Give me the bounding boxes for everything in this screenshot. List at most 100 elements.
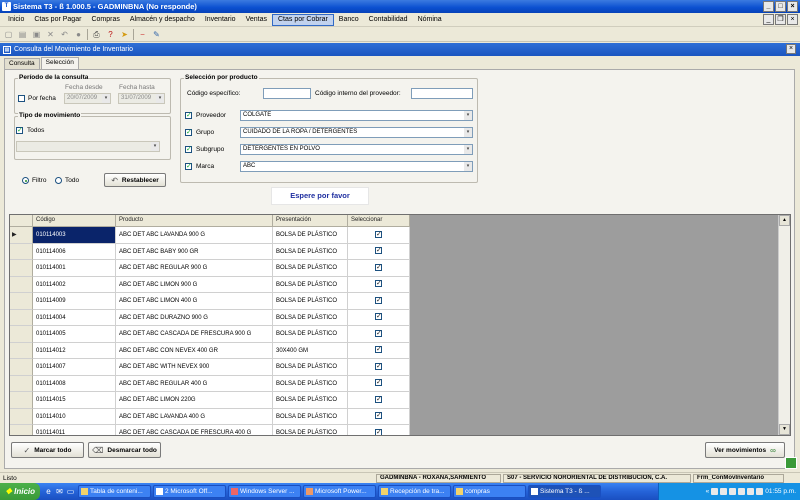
marcar-todo-button[interactable]: ✓ Marcar todo [11,442,84,458]
task-windows-server[interactable]: Windows Server ... [228,485,301,498]
undo-icon[interactable]: ↶ [59,29,70,40]
cell-codigo[interactable]: 010114002 [33,276,116,293]
proveedor-checkbox[interactable]: ✓ [185,112,192,119]
cell-codigo[interactable]: 010114010 [33,408,116,425]
grid-vertical-scrollbar[interactable]: ▲ ▼ [778,215,790,435]
seleccionar-checkbox[interactable]: ✓ [375,362,382,370]
table-row[interactable]: 010114007 ABC DET ABC WITH NEVEX 900 BOLSA… [10,359,410,376]
cell-producto[interactable]: ABC DET ABC LIMON 400 G [116,293,273,310]
cell-seleccionar[interactable]: ✓ [348,309,410,326]
cell-producto[interactable]: ABC DET ABC REGULAR 900 G [116,260,273,277]
cell-seleccionar[interactable]: ✓ [348,408,410,425]
task-recepcion[interactable]: Recepción de tra... [378,485,451,498]
cell-producto[interactable]: ABC DET ABC WITH NEVEX 900 [116,359,273,376]
seleccionar-checkbox[interactable]: ✓ [375,329,382,337]
cell-seleccionar[interactable]: ✓ [348,243,410,260]
menu-item-ctas-por-pagar[interactable]: Ctas por Pagar [29,14,86,26]
table-row[interactable]: 010114004 ABC DET ABC DURAZNO 900 G BOLSA … [10,309,410,326]
task-sistema-t3[interactable]: Sistema T3 - ß ... [528,485,601,498]
table-row[interactable]: 010114006 ABC DET ABC BABY 900 GR BOLSA DE… [10,243,410,260]
cell-seleccionar[interactable]: ✓ [348,375,410,392]
todo-radio[interactable] [55,177,62,184]
open-icon[interactable]: ▤ [17,29,28,40]
close-button[interactable]: × [787,1,798,12]
proveedor-select[interactable]: COLGATE ▾ [240,110,473,121]
outlook-icon[interactable]: ✉ [54,486,65,497]
tray-volume-icon[interactable] [720,488,728,495]
cell-seleccionar[interactable]: ✓ [348,342,410,359]
table-row[interactable]: 010114009 ABC DET ABC LIMON 400 G BOLSA DE… [10,293,410,310]
redo-icon[interactable]: ● [73,29,84,40]
cell-codigo[interactable]: 010114012 [33,342,116,359]
chevron-down-icon[interactable]: ▾ [464,111,472,120]
seleccionar-checkbox[interactable]: ✓ [375,346,382,354]
seleccionar-checkbox[interactable]: ✓ [375,428,382,435]
cell-producto[interactable]: ABC DET ABC LIMON 220G [116,392,273,409]
cell-seleccionar[interactable]: ✓ [348,227,410,244]
cell-seleccionar[interactable]: ✓ [348,392,410,409]
menu-item-banco[interactable]: Banco [334,14,364,26]
cell-presentacion[interactable]: BOLSA DE PLÁSTICO [273,227,348,244]
cell-producto[interactable]: ABC DET ABC REGULAR 400 G [116,375,273,392]
edit-icon[interactable]: ✎ [151,29,162,40]
task-powerpoint[interactable]: Microsoft Power... [303,485,376,498]
table-row[interactable]: 010114011 ABC DET ABC CASCADA DE FRESCURA… [10,425,410,435]
cell-producto[interactable]: ABC DET ABC CON NEVEX 400 GR [116,342,273,359]
cell-presentacion[interactable]: BOLSA DE PLÁSTICO [273,375,348,392]
cell-seleccionar[interactable]: ✓ [348,276,410,293]
cell-producto[interactable]: ABC DET ABC BABY 900 GR [116,243,273,260]
scroll-down-icon[interactable]: ▼ [779,424,790,435]
cell-presentacion[interactable]: 30X400 GM [273,342,348,359]
cell-producto[interactable]: ABC DET ABC LAVANDA 900 G [116,227,273,244]
tray-language-icon[interactable] [747,488,755,495]
cell-producto[interactable]: ABC DET ABC DURAZNO 900 G [116,309,273,326]
cell-presentacion[interactable]: BOLSA DE PLÁSTICO [273,408,348,425]
tray-expand-icon[interactable]: « [706,488,710,495]
cell-seleccionar[interactable]: ✓ [348,425,410,435]
menu-item-contabilidad[interactable]: Contabilidad [364,14,413,26]
codigo-especifico-input[interactable] [263,88,311,99]
cell-producto[interactable]: ABC DET ABC LIMON 900 G [116,276,273,293]
cell-codigo[interactable]: 010114009 [33,293,116,310]
save-icon[interactable]: ▣ [31,29,42,40]
table-row[interactable]: ▶ 010114003 ABC DET ABC LAVANDA 900 G BOLSA… [10,227,410,244]
todos-checkbox[interactable]: ✓ [16,127,23,134]
maximize-button[interactable]: □ [775,1,786,12]
cell-producto[interactable]: ABC DET ABC CASCADA DE FRESCURA 400 G [116,425,273,435]
tab-seleccion[interactable]: Selección [40,57,79,69]
column-header-seleccionar[interactable]: Seleccionar [348,215,410,227]
desmarcar-todo-button[interactable]: ⌫ Desmarcar todo [88,442,161,458]
cell-codigo[interactable]: 010114015 [33,392,116,409]
grupo-checkbox[interactable]: ✓ [185,129,192,136]
tray-security-icon[interactable] [729,488,737,495]
table-row[interactable]: 010114008 ABC DET ABC REGULAR 400 G BOLSA … [10,375,410,392]
cell-producto[interactable]: ABC DET ABC LAVANDA 400 G [116,408,273,425]
subgrupo-select[interactable]: DETERGENTES EN POLVO ▾ [240,144,473,155]
cell-codigo[interactable]: 010114001 [33,260,116,277]
doc-close-button[interactable]: × [786,44,796,54]
cell-codigo[interactable]: 010114006 [33,243,116,260]
tab-consulta[interactable]: Consulta [4,58,40,69]
print-icon[interactable]: ⎙ [91,29,102,40]
cell-presentacion[interactable]: BOLSA DE PLÁSTICO [273,276,348,293]
tray-printer-icon[interactable] [756,488,764,495]
cell-codigo[interactable]: 010114011 [33,425,116,435]
codigo-interno-input[interactable] [411,88,473,99]
chevron-down-icon[interactable]: ▾ [464,145,472,154]
seleccionar-checkbox[interactable]: ✓ [375,379,382,387]
menu-item-almacen[interactable]: Almacén y despacho [125,14,200,26]
chevron-down-icon[interactable]: ▾ [151,142,159,151]
table-row[interactable]: 010114015 ABC DET ABC LIMON 220G BOLSA DE … [10,392,410,409]
chevron-down-icon[interactable]: ▾ [156,94,164,103]
cell-seleccionar[interactable]: ✓ [348,260,410,277]
cell-presentacion[interactable]: BOLSA DE PLÁSTICO [273,392,348,409]
seleccionar-checkbox[interactable]: ✓ [375,247,382,255]
chevron-down-icon[interactable]: ▾ [464,162,472,171]
marca-checkbox[interactable]: ✓ [185,163,192,170]
mdi-close-button[interactable]: × [787,14,798,25]
menu-item-ventas[interactable]: Ventas [241,14,272,26]
chevron-down-icon[interactable]: ▾ [102,94,110,103]
table-row[interactable]: 010114010 ABC DET ABC LAVANDA 400 G BOLSA … [10,408,410,425]
chevron-down-icon[interactable]: ▾ [464,128,472,137]
new-icon[interactable]: ▢ [3,29,14,40]
